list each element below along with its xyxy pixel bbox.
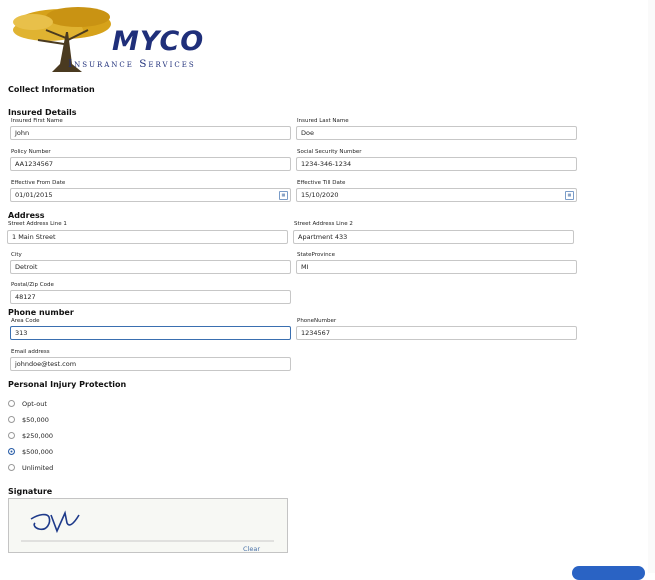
calendar-icon[interactable]: ▦ [565,191,574,200]
policy-number-field[interactable]: AA1234567 [10,157,291,171]
effective-till-field[interactable]: 15/10/2020 ▦ [296,188,577,202]
state-label: StateProvince [297,252,335,258]
radio-50000[interactable] [8,416,15,423]
last-name-field[interactable]: Doe [296,126,577,140]
phone-number-field[interactable]: 1234567 [296,326,577,340]
calendar-icon[interactable]: ▦ [279,191,288,200]
brand-subtitle: Insurance Services [68,58,196,70]
section-signature: Signature [8,487,53,496]
radio-label: Opt-out [22,400,47,408]
first-name-label: Insured First Name [11,118,63,124]
street-line2-field[interactable]: Apartment 433 [293,230,574,244]
state-field[interactable]: MI [296,260,577,274]
street-line2-label: Street Address Line 2 [294,221,353,227]
zip-label: Postal/Zip Code [11,282,54,288]
section-insured-details: Insured Details [8,108,77,117]
radio-250000[interactable] [8,432,15,439]
last-name-label: Insured Last Name [297,118,349,124]
radio-label: $500,000 [22,448,54,456]
ssn-field[interactable]: 1234-346-1234 [296,157,577,171]
section-pip: Personal Injury Protection [8,380,127,389]
radio-label: $50,000 [22,416,49,424]
city-label: City [11,252,22,258]
radio-label: $250,000 [22,432,54,440]
street-line1-field[interactable]: 1 Main Street [7,230,288,244]
ssn-label: Social Security Number [297,149,362,155]
radio-500000[interactable] [8,448,15,455]
area-code-field[interactable]: 313 [10,326,291,340]
submit-button[interactable] [572,566,645,580]
city-field[interactable]: Detroit [10,260,291,274]
scrollbar[interactable] [648,0,655,573]
email-field[interactable]: johndoe@test.com [10,357,291,371]
clear-signature-link[interactable]: Clear [243,545,260,553]
zip-field[interactable]: 48127 [10,290,291,304]
street-line1-label: Street Address Line 1 [8,221,67,227]
radio-opt-out[interactable] [8,400,15,407]
effective-till-value: 15/10/2020 [301,191,339,199]
radio-label: Unlimited [22,464,54,472]
effective-from-label: Effective From Date [11,180,66,186]
first-name-field[interactable]: John [10,126,291,140]
phone-number-label: PhoneNumber [297,318,337,324]
form-title: Collect Information [8,85,95,94]
effective-till-label: Effective Till Date [297,180,346,186]
effective-from-field[interactable]: 01/01/2015 ▦ [10,188,291,202]
effective-from-value: 01/01/2015 [15,191,53,199]
area-code-label: Area Code [11,318,40,324]
section-phone: Phone number [8,308,74,317]
section-address: Address [8,211,45,220]
email-label: Email address [11,349,50,355]
brand-name: MYCO [112,26,205,57]
policy-number-label: Policy Number [11,149,51,155]
radio-unlimited[interactable] [8,464,15,471]
